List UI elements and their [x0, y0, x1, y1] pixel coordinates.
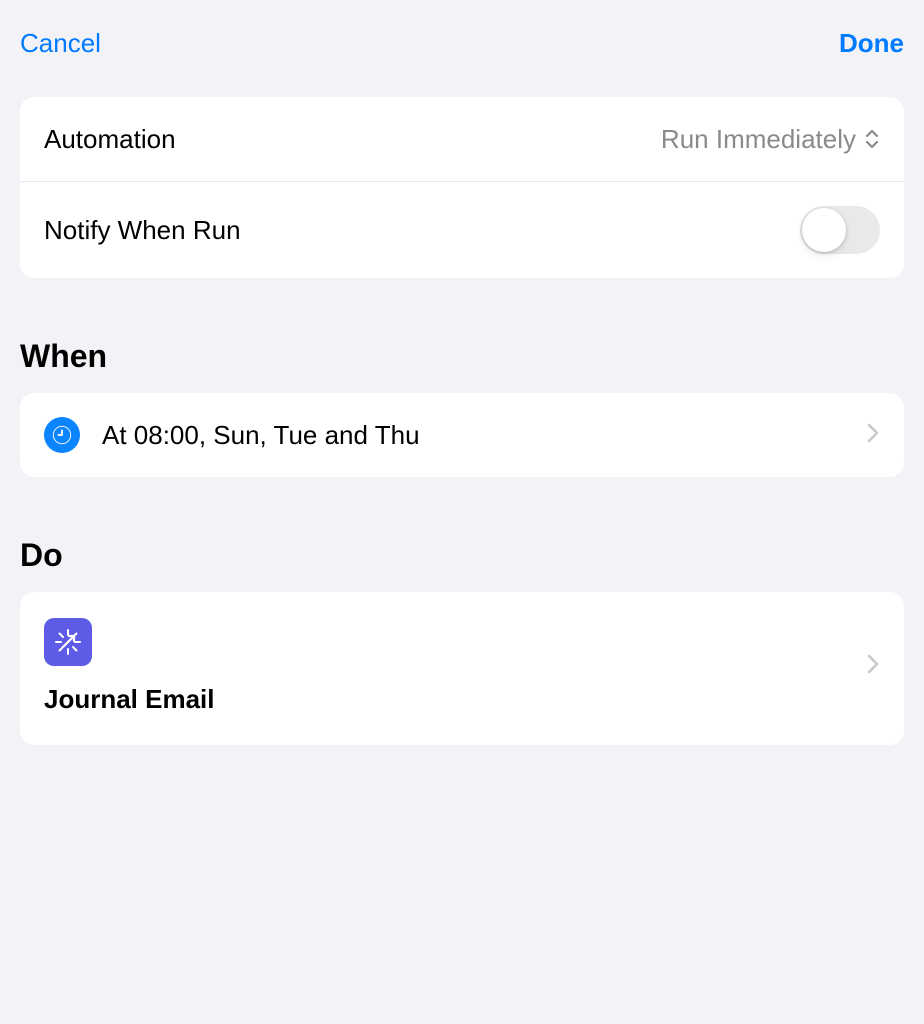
- shortcut-name: Journal Email: [44, 684, 866, 715]
- notify-row: Notify When Run: [20, 181, 904, 278]
- when-heading: When: [20, 338, 904, 375]
- header: Cancel Done: [0, 0, 924, 79]
- up-down-chevron-icon: [864, 128, 880, 150]
- chevron-right-icon: [866, 653, 880, 680]
- clock-icon: [44, 417, 80, 453]
- do-heading: Do: [20, 537, 904, 574]
- automation-label: Automation: [44, 124, 661, 155]
- when-trigger-row[interactable]: At 08:00, Sun, Tue and Thu: [20, 393, 904, 477]
- settings-card: Automation Run Immediately Notify When R…: [20, 97, 904, 278]
- chevron-right-icon: [866, 422, 880, 449]
- when-card: At 08:00, Sun, Tue and Thu: [20, 393, 904, 477]
- notify-label: Notify When Run: [44, 215, 800, 246]
- do-content: Journal Email: [44, 618, 866, 715]
- automation-value: Run Immediately: [661, 124, 856, 155]
- shortcut-icon: [44, 618, 92, 666]
- toggle-knob: [802, 208, 846, 252]
- do-card[interactable]: Journal Email: [20, 592, 904, 745]
- notify-toggle[interactable]: [800, 206, 880, 254]
- cancel-button[interactable]: Cancel: [20, 28, 101, 59]
- when-trigger-text: At 08:00, Sun, Tue and Thu: [102, 420, 866, 451]
- done-button[interactable]: Done: [839, 28, 904, 59]
- automation-row[interactable]: Automation Run Immediately: [20, 97, 904, 181]
